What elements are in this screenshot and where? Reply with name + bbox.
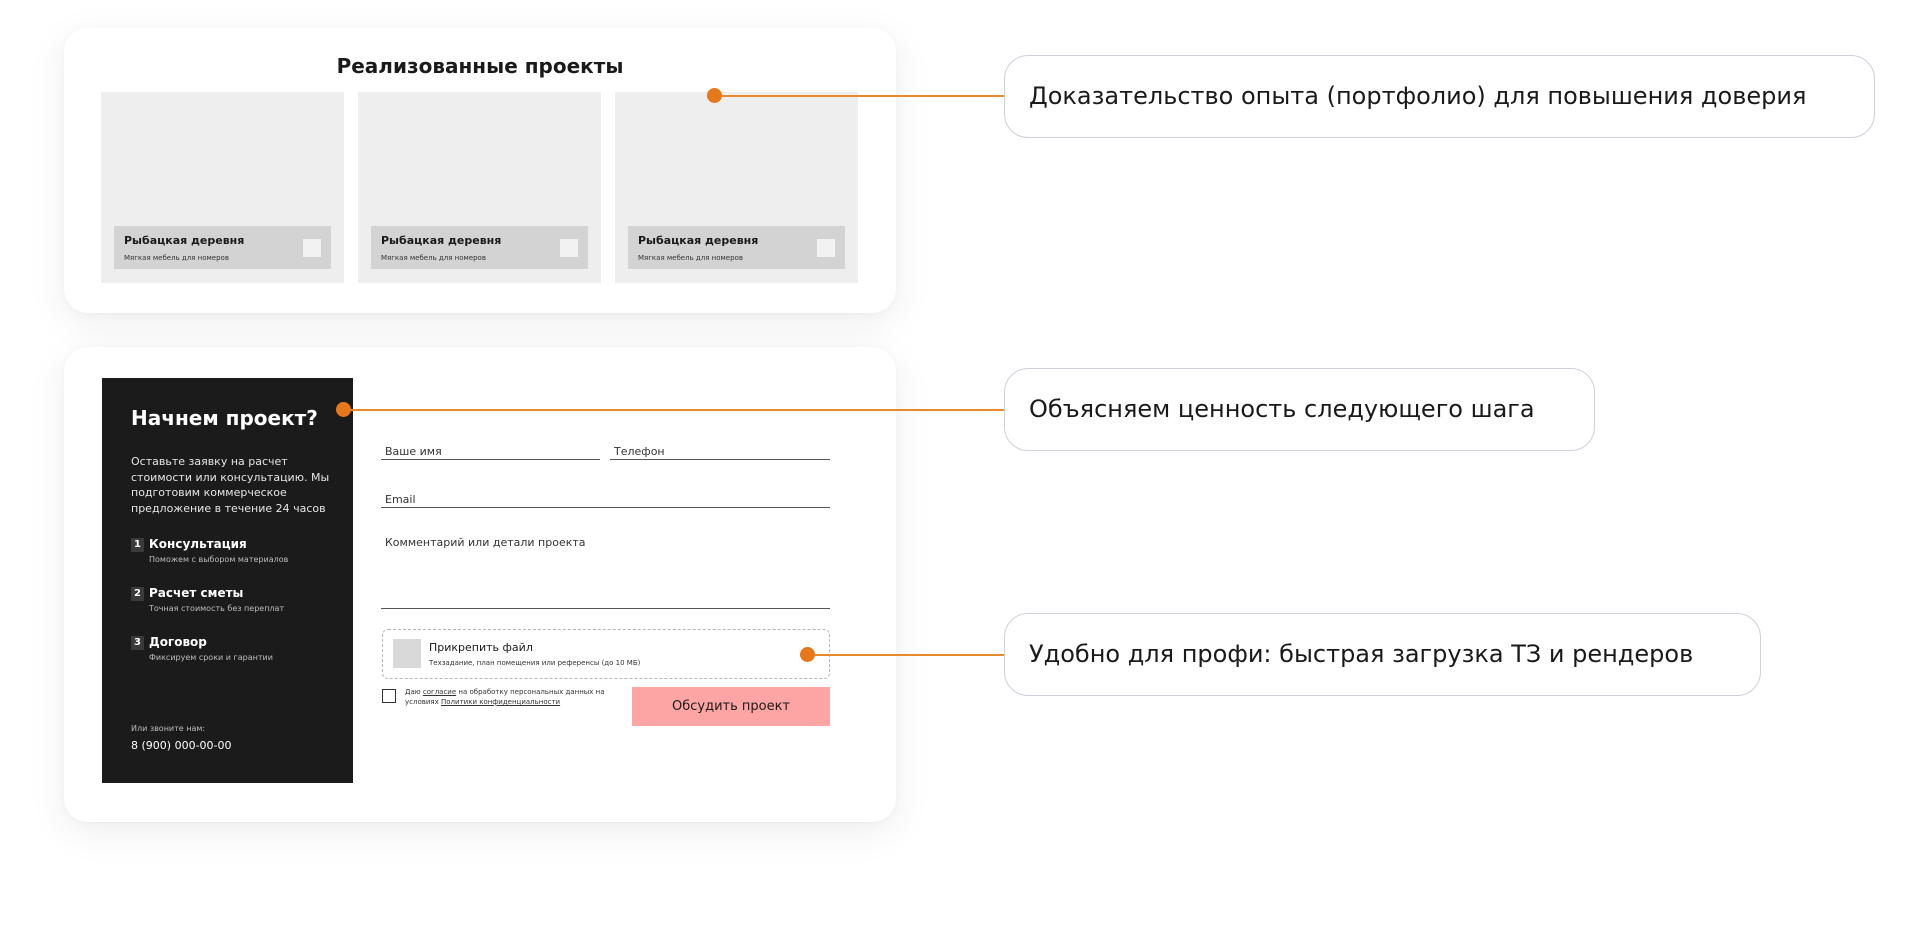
email-field[interactable] [381, 488, 830, 508]
project-desc: Мягкая мебель для номеров [124, 254, 229, 262]
leader-line [716, 95, 1004, 97]
email-input[interactable] [381, 493, 830, 506]
form-description: Оставьте заявку на расчет стоимости или … [131, 455, 330, 515]
project-name: Рыбацкая деревня [381, 234, 502, 247]
consent-link[interactable]: согласие [423, 688, 456, 696]
step-number: 1 [131, 538, 144, 552]
consent-text: Даю согласие на обработку персональных д… [405, 688, 605, 706]
step-number: 3 [131, 636, 144, 650]
form-info-panel: Начнем проект? Оставьте заявку на расчет… [102, 378, 353, 783]
leader-line [344, 409, 1004, 411]
callout-upload: Удобно для профи: быстрая загрузка ТЗ и … [1004, 613, 1761, 696]
project-name: Рыбацкая деревня [124, 234, 245, 247]
project-caption: Рыбацкая деревня Мягкая мебель для номер… [628, 226, 845, 269]
callout-marker-icon [707, 88, 722, 103]
project-caption: Рыбацкая деревня Мягкая мебель для номер… [371, 226, 588, 269]
project-desc: Мягкая мебель для номеров [638, 254, 743, 262]
form-title: Начнем проект? [131, 406, 318, 430]
step-title: Консультация [149, 537, 247, 551]
submit-button[interactable]: Обсудить проект [632, 687, 830, 726]
project-arrow-icon[interactable] [560, 239, 578, 257]
privacy-policy-link[interactable]: Политики конфиденциальности [441, 698, 560, 706]
consent-checkbox[interactable] [382, 689, 396, 703]
callout-next-step: Объясняем ценность следующего шага [1004, 368, 1595, 451]
project-card[interactable]: Рыбацкая деревня Мягкая мебель для номер… [101, 92, 344, 283]
attach-file-dropzone[interactable]: Прикрепить файл Техзадание, план помещен… [382, 629, 830, 679]
leader-line [808, 654, 1004, 656]
callout-marker-icon [800, 647, 815, 662]
project-card[interactable]: Рыбацкая деревня Мягкая мебель для номер… [358, 92, 601, 283]
name-field[interactable] [381, 440, 600, 460]
phone-link[interactable]: 8 (900) 000-00-00 [131, 739, 232, 752]
projects-card: Реализованные проекты Рыбацкая деревня М… [64, 28, 896, 313]
call-label: Или звоните нам: [131, 724, 206, 733]
step-title: Расчет сметы [149, 586, 244, 600]
project-arrow-icon[interactable] [817, 239, 835, 257]
step-subtitle: Фиксируем сроки и гарантии [149, 653, 273, 662]
callout-portfolio: Доказательство опыта (портфолио) для пов… [1004, 55, 1875, 138]
attach-hint: Техзадание, план помещения или референсы… [429, 659, 641, 667]
contact-form-card: Начнем проект? Оставьте заявку на расчет… [64, 347, 896, 822]
step-subtitle: Поможем с выбором материалов [149, 555, 289, 564]
projects-title: Реализованные проекты [336, 54, 624, 78]
file-icon [393, 639, 421, 668]
step-subtitle: Точная стоимость без переплат [149, 604, 285, 613]
step-number: 2 [131, 587, 144, 601]
callout-marker-icon [336, 402, 351, 417]
comment-field[interactable] [381, 536, 830, 609]
project-name: Рыбацкая деревня [638, 234, 759, 247]
project-caption: Рыбацкая деревня Мягкая мебель для номер… [114, 226, 331, 269]
step-title: Договор [149, 635, 207, 649]
project-desc: Мягкая мебель для номеров [381, 254, 486, 262]
attach-title: Прикрепить файл [429, 641, 533, 654]
project-arrow-icon[interactable] [303, 239, 321, 257]
phone-field[interactable] [610, 440, 830, 460]
project-card[interactable]: Рыбацкая деревня Мягкая мебель для номер… [615, 92, 858, 283]
name-input[interactable] [381, 445, 600, 458]
phone-input[interactable] [610, 445, 830, 458]
comment-textarea[interactable] [381, 536, 830, 588]
